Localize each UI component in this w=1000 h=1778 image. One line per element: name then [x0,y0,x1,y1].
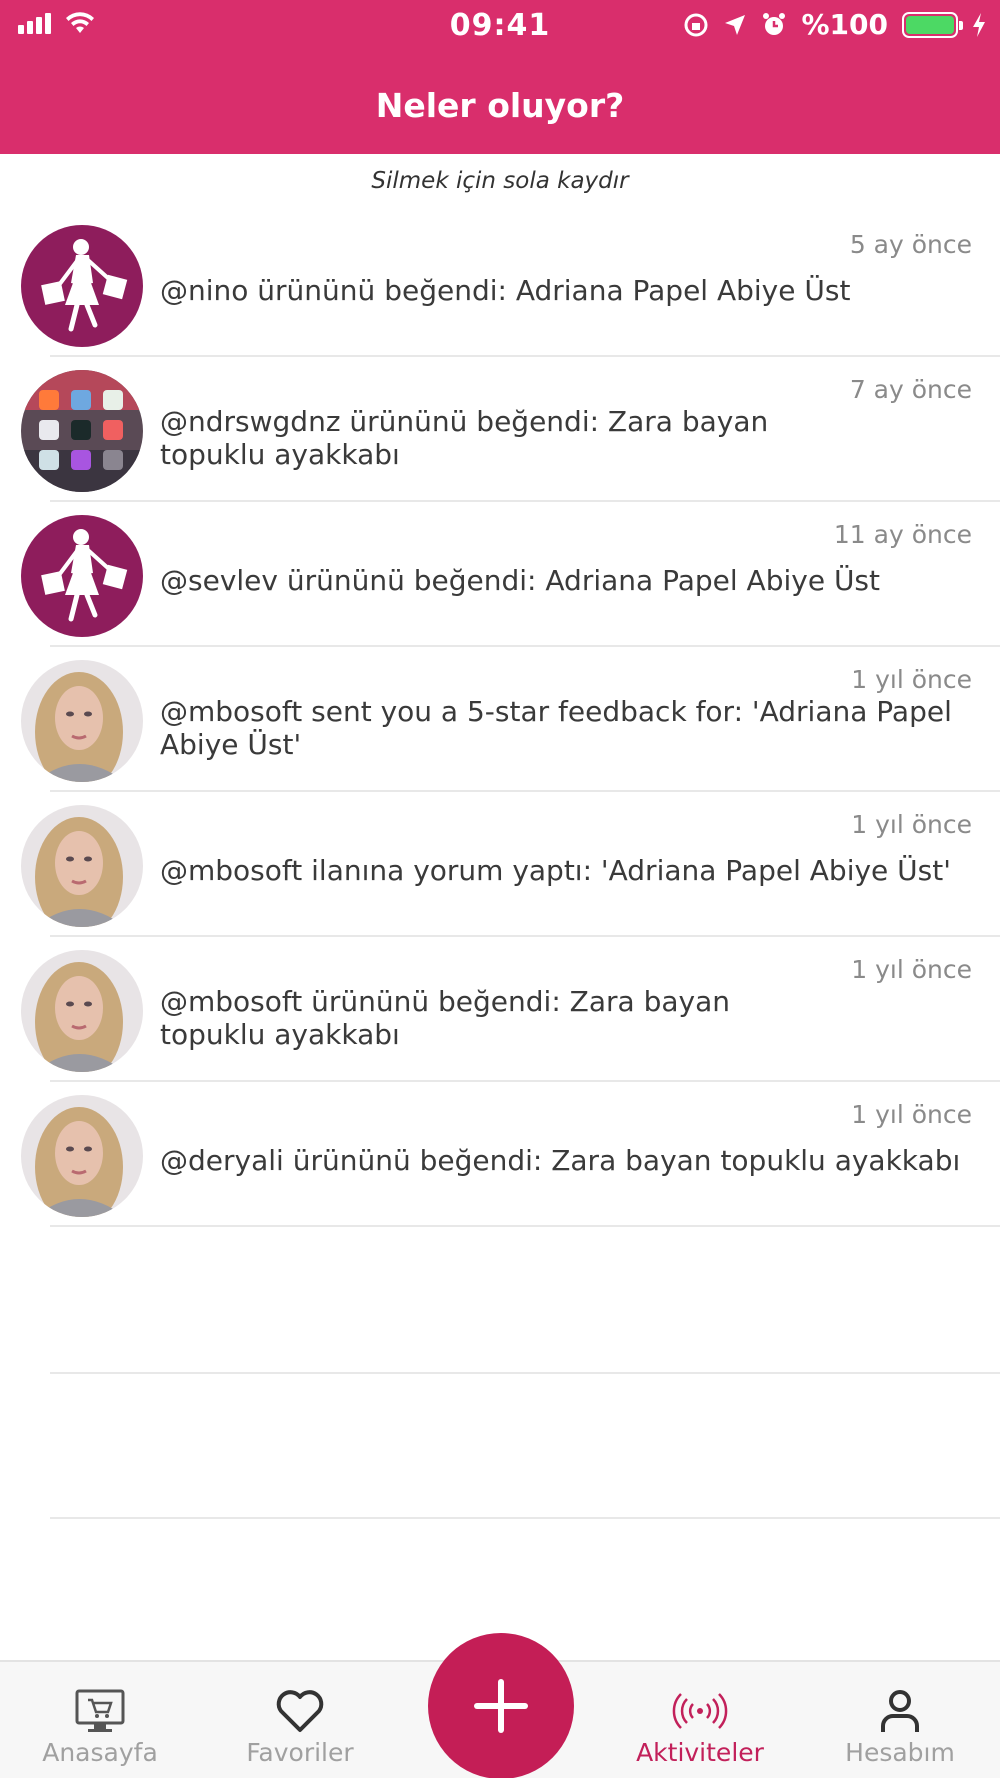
activity-message: @deryali ürününü beğendi: Zara bayan top… [160,1144,961,1177]
tab-favoriler[interactable]: Favoriler [200,1662,400,1778]
avatar[interactable] [21,370,143,492]
status-bar: 09:41 %100 [0,0,1000,50]
activity-message: @mbosoft ürününü beğendi: Zara bayan top… [160,985,730,1051]
time-ago: 5 ay önce [849,230,972,259]
activity-message: @mbosoft ilanına yorum yaptı: 'Adriana P… [160,854,951,887]
avatar[interactable] [21,805,143,927]
broadcast-icon [672,1693,728,1729]
user-icon [881,1690,919,1732]
list-item[interactable]: 1 yıl önce @mbosoft sent you a 5-star fe… [0,647,1000,792]
time-ago: 1 yıl önce [851,810,972,839]
tab-anasayfa[interactable]: Anasayfa [0,1662,200,1778]
battery-percent: %100 [801,8,888,41]
avatar[interactable] [21,225,143,347]
swipe-hint: Silmek için sola kaydır [371,168,629,194]
shopping-woman-logo [21,225,143,347]
alarm-icon [763,12,786,35]
tab-label: Aktiviteler [636,1738,764,1767]
tab-aktiviteler[interactable]: Aktiviteler [600,1662,800,1778]
status-right: %100 [683,8,986,41]
orientation-lock-icon [684,13,708,36]
empty-row-divider [50,1372,1000,1374]
time-ago: 1 yıl önce [851,1100,972,1129]
store-monitor-icon [75,1689,125,1732]
list-item[interactable]: 11 ay önce @sevlev ürününü beğendi: Adri… [0,502,1000,647]
activity-message: @sevlev ürününü beğendi: Adriana Papel A… [160,564,881,597]
list-item[interactable]: 1 yıl önce @mbosoft ilanına yorum yaptı:… [0,792,1000,937]
user-photo [21,660,143,782]
top-bar: 09:41 %100 Neler oluyor? [0,0,1000,154]
shopping-woman-logo [21,515,143,637]
user-photo [21,950,143,1072]
list-item[interactable]: 5 ay önce @nino ürününü beğendi: Adriana… [0,212,1000,357]
avatar[interactable] [21,660,143,782]
tab-label: Favoriler [246,1738,354,1767]
time-ago: 1 yıl önce [851,665,972,694]
add-listing-button[interactable] [428,1633,574,1778]
tab-label: Hesabım [845,1738,955,1767]
page-title: Neler oluyor? [375,86,625,125]
tab-label: Anasayfa [42,1738,158,1767]
battery-icon [902,11,963,38]
activity-message: @mbosoft sent you a 5-star feedback for:… [160,695,952,761]
time-ago: 11 ay önce [833,520,972,549]
user-photo [21,1095,143,1217]
heart-icon [276,1690,324,1732]
divider [50,1225,1000,1227]
location-icon [725,14,746,35]
activity-message: @nino ürününü beğendi: Adriana Papel Abi… [160,274,851,307]
time-ago: 1 yıl önce [851,955,972,984]
avatar[interactable] [21,1095,143,1217]
charging-icon [973,12,985,37]
tab-hesabim[interactable]: Hesabım [800,1662,1000,1778]
user-photo [21,805,143,927]
empty-row-divider [50,1517,1000,1519]
activity-list: 5 ay önce @nino ürününü beğendi: Adriana… [0,212,1000,1227]
time-ago: 7 ay önce [849,375,972,404]
list-item[interactable]: 7 ay önce @ndrswgdnz ürününü beğendi: Za… [0,357,1000,502]
app-icons-photo [21,370,143,492]
activity-message: @ndrswgdnz ürününü beğendi: Zara bayan t… [160,405,769,471]
avatar[interactable] [21,515,143,637]
list-item[interactable]: 1 yıl önce @deryali ürününü beğendi: Zar… [0,1082,1000,1227]
avatar[interactable] [21,950,143,1072]
list-item[interactable]: 1 yıl önce @mbosoft ürününü beğendi: Zar… [0,937,1000,1082]
